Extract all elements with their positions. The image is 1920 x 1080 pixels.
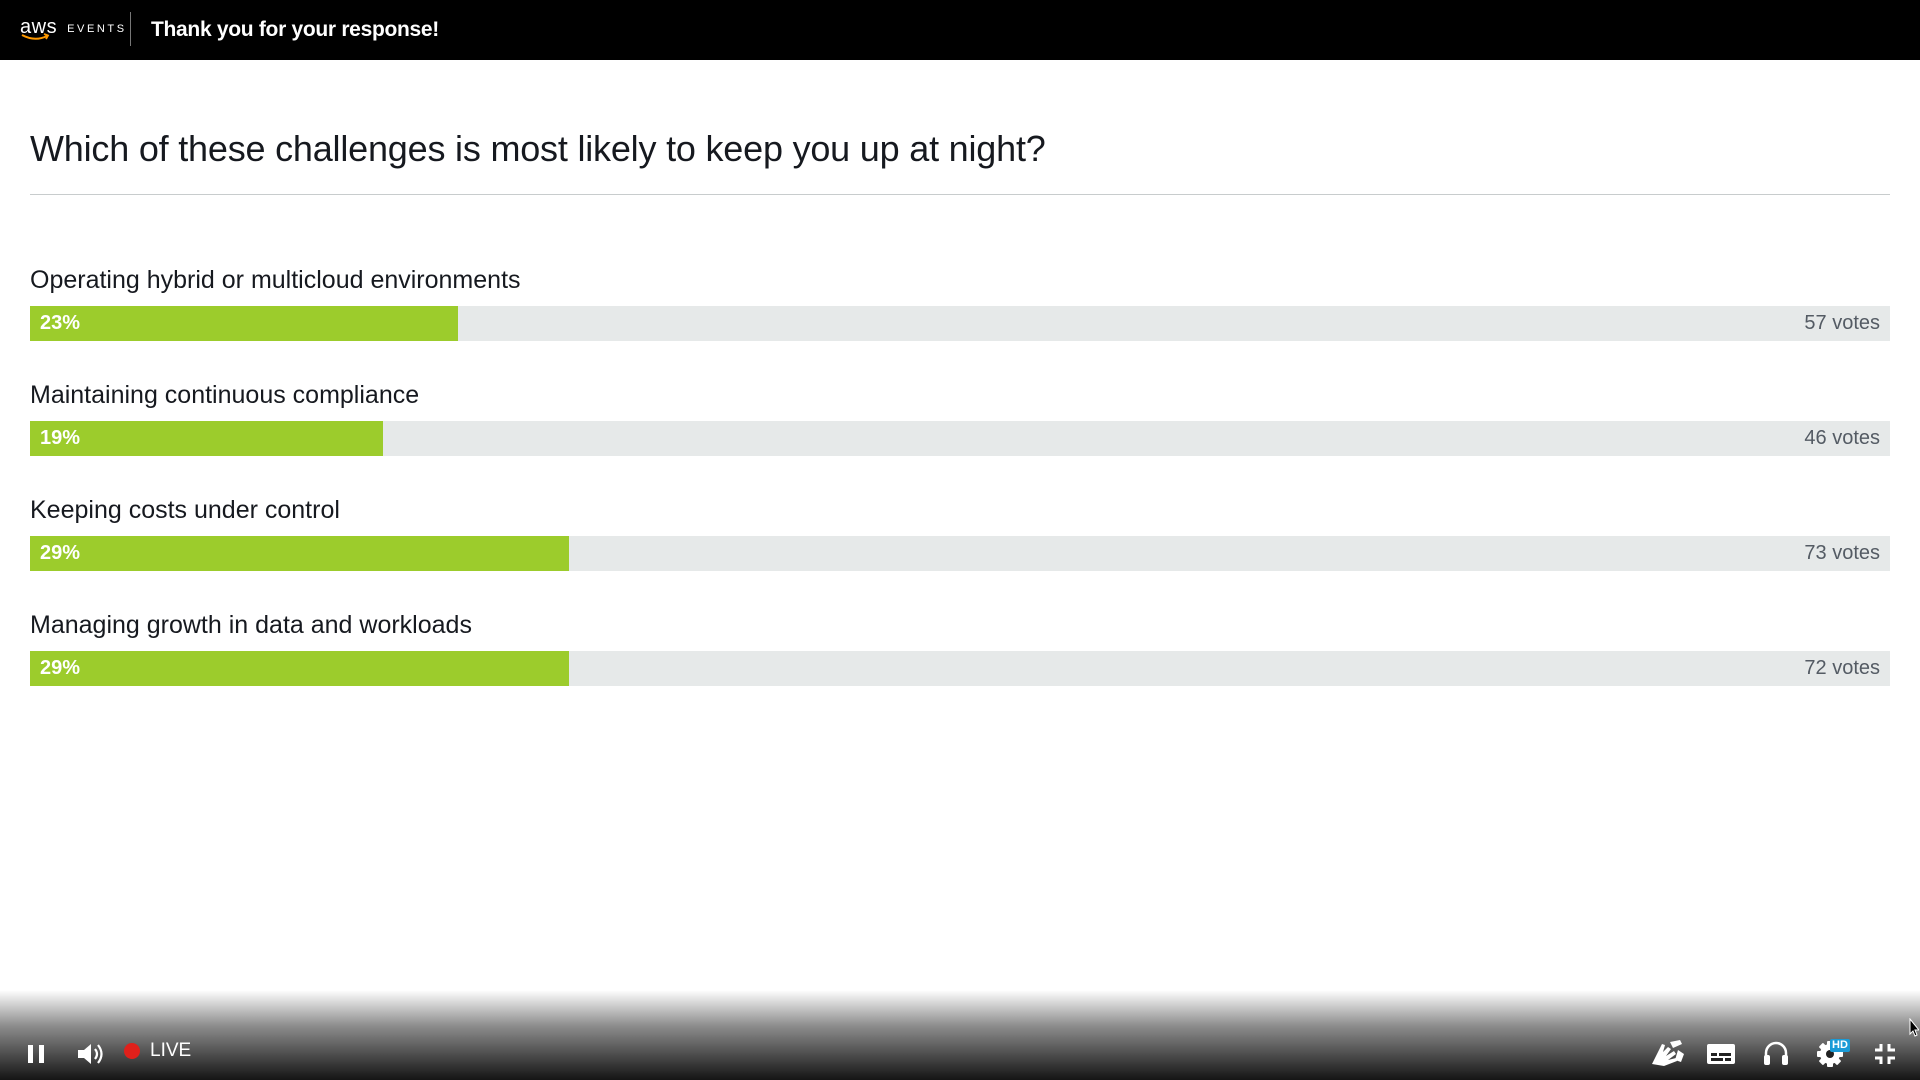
captions-button[interactable] xyxy=(1706,1039,1736,1069)
option-label: Operating hybrid or multicloud environme… xyxy=(30,266,521,294)
result-bar-fill: 29% xyxy=(30,536,570,571)
pause-button[interactable] xyxy=(22,1040,50,1068)
mouse-cursor-icon xyxy=(1909,1017,1920,1043)
result-bar-track: 29% 73 votes xyxy=(30,536,1890,571)
option-percent: 23% xyxy=(40,312,81,334)
option-votes: 57 votes xyxy=(1804,312,1880,334)
option-label: Managing growth in data and workloads xyxy=(30,611,472,639)
volume-button[interactable] xyxy=(74,1038,106,1070)
result-bar-fill: 19% xyxy=(30,421,384,456)
option-percent: 19% xyxy=(40,427,81,449)
top-bar: aws EVENTS Thank you for your response! xyxy=(0,0,1920,60)
sign-language-icon xyxy=(1652,1040,1684,1066)
option-percent: 29% xyxy=(40,657,81,679)
player-controls xyxy=(0,990,1920,1080)
option-votes: 72 votes xyxy=(1804,657,1880,679)
poll-option: Managing growth in data and workloads 29… xyxy=(30,611,1890,701)
audio-track-icon xyxy=(1764,1041,1788,1065)
exit-fullscreen-icon xyxy=(1875,1044,1895,1064)
question-divider xyxy=(30,194,1890,195)
live-label: LIVE xyxy=(150,1040,192,1061)
result-bar-track: 29% 72 votes xyxy=(30,651,1890,686)
logo-events-text: EVENTS xyxy=(67,23,127,35)
aws-smile-icon xyxy=(21,33,50,40)
page-title: Thank you for your response! xyxy=(151,18,439,41)
captions-icon xyxy=(1707,1044,1735,1064)
audio-track-button[interactable] xyxy=(1760,1037,1792,1069)
volume-icon xyxy=(78,1044,103,1064)
live-dot-icon xyxy=(124,1043,140,1059)
poll-option: Maintaining continuous compliance 19% 46… xyxy=(30,381,1890,471)
option-label: Maintaining continuous compliance xyxy=(30,381,420,409)
option-label: Keeping costs under control xyxy=(30,496,340,524)
result-bar-track: 19% 46 votes xyxy=(30,421,1890,456)
option-percent: 29% xyxy=(40,542,81,564)
header-divider xyxy=(130,12,131,46)
aws-events-logo[interactable]: aws EVENTS xyxy=(20,14,127,46)
poll-option: Operating hybrid or multicloud environme… xyxy=(30,266,1890,356)
poll-question: Which of these challenges is most likely… xyxy=(30,128,1046,169)
sign-language-button[interactable] xyxy=(1647,1036,1687,1072)
pause-icon xyxy=(28,1045,44,1063)
result-bar-track: 23% 57 votes xyxy=(30,306,1890,341)
hd-badge: HD xyxy=(1830,1039,1850,1052)
option-votes: 46 votes xyxy=(1804,427,1880,449)
result-bar-fill: 23% xyxy=(30,306,458,341)
exit-fullscreen-button[interactable] xyxy=(1870,1039,1900,1069)
live-indicator[interactable]: LIVE xyxy=(124,1040,191,1062)
option-votes: 73 votes xyxy=(1804,542,1880,564)
result-bar-fill: 29% xyxy=(30,651,570,686)
poll-option: Keeping costs under control 29% 73 votes xyxy=(30,496,1890,586)
